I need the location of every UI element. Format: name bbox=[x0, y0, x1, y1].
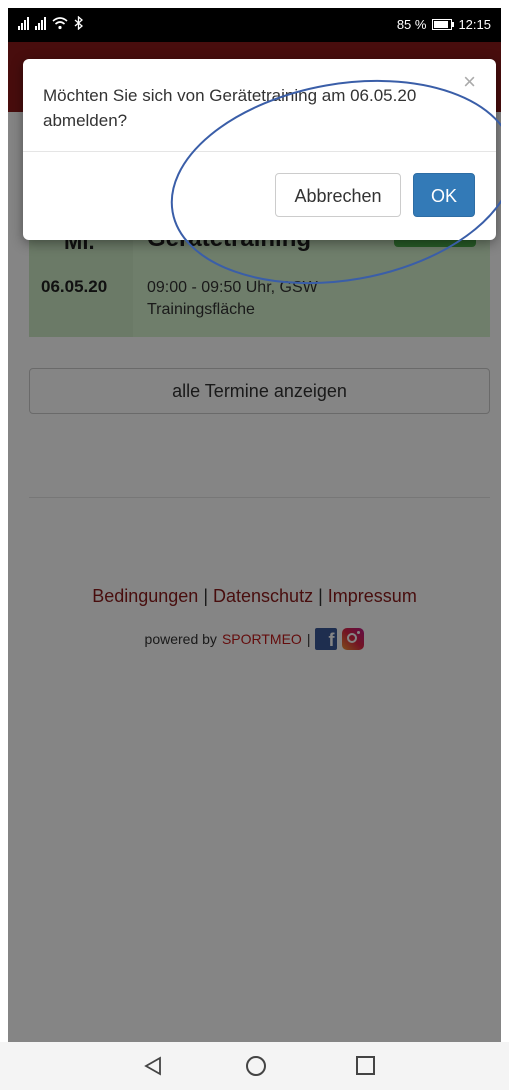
recent-apps-icon[interactable] bbox=[356, 1056, 375, 1075]
dialog-message: Möchten Sie sich von Gerätetraining am 0… bbox=[43, 86, 417, 130]
signal-icon bbox=[18, 16, 29, 30]
battery-icon bbox=[432, 19, 455, 30]
status-icons-left bbox=[18, 16, 83, 30]
bluetooth-icon bbox=[74, 16, 83, 30]
phone-screen: 85 % 12:15 Mi. 06.05.20 Gerätetraining 0… bbox=[8, 8, 501, 1042]
status-bar: 85 % 12:15 bbox=[8, 8, 501, 42]
clock: 12:15 bbox=[458, 17, 491, 32]
battery-percent: 85 % bbox=[396, 17, 427, 32]
cancel-button[interactable]: Abbrechen bbox=[275, 173, 401, 217]
ok-button[interactable]: OK bbox=[413, 173, 475, 217]
wifi-icon bbox=[52, 17, 68, 30]
dialog-divider bbox=[23, 151, 496, 152]
signal-icon-2 bbox=[35, 16, 46, 30]
back-icon[interactable] bbox=[143, 1056, 163, 1076]
system-nav-bar bbox=[0, 1042, 509, 1090]
confirm-dialog: Möchten Sie sich von Gerätetraining am 0… bbox=[23, 59, 496, 240]
status-icons-right: 85 % 12:15 bbox=[397, 17, 491, 32]
close-icon[interactable]: × bbox=[463, 71, 476, 93]
home-icon[interactable] bbox=[246, 1056, 266, 1076]
